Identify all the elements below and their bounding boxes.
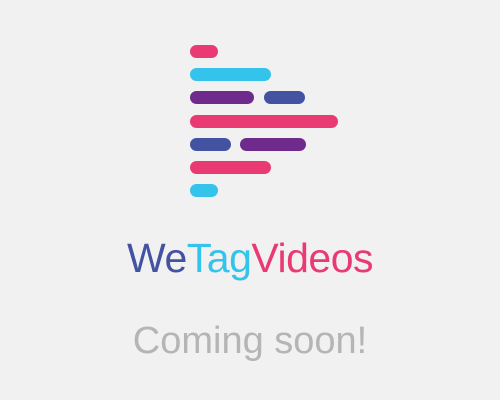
- brand-word-videos: Videos: [251, 235, 373, 281]
- logo-bar-cyan-2: [190, 184, 218, 197]
- logo-bar-cyan-1: [190, 68, 271, 81]
- logo-bar-pink-1: [190, 45, 218, 58]
- logo-bar-purple-2: [240, 138, 306, 151]
- logo-bar-pink-2: [190, 115, 338, 128]
- logo-bar-blue-2: [190, 138, 231, 151]
- logo-bar-pink-3: [190, 161, 271, 174]
- coming-soon-message: Coming soon!: [132, 320, 368, 362]
- brand-word-we: We: [127, 235, 187, 281]
- brand-word-tag: Tag: [186, 235, 252, 281]
- logo-bar-blue-1: [264, 91, 305, 104]
- logo-bar-purple-1: [190, 91, 254, 104]
- brand-wordmark: WeTagVideos: [0, 238, 500, 279]
